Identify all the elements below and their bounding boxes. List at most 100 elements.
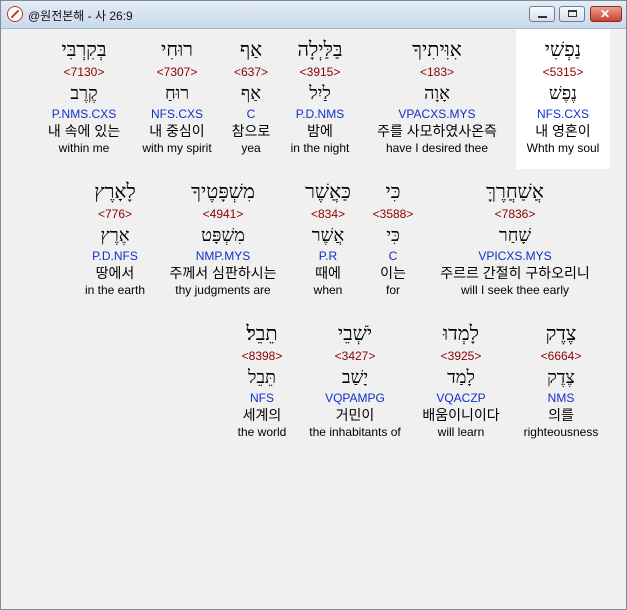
strong-number[interactable]: <834>	[295, 206, 361, 222]
parsing-code: NMP.MYS	[195, 249, 251, 263]
strong-number[interactable]: <183>	[367, 64, 507, 80]
hebrew-word: אֲשַׁחֲרֶךָּ	[486, 179, 544, 203]
strong-number[interactable]: <3925>	[413, 348, 509, 364]
app-window: @원전본해 - 사 26:9 ✕ בְּקִרְבִּי <7130> קֶרֶ…	[0, 0, 627, 610]
hebrew-word: כַּאֲשֶׁר	[305, 179, 351, 203]
strong-number[interactable]: <8398>	[229, 348, 295, 364]
verse-panel: בְּקִרְבִּי <7130> קֶרֶב P.NMS.CXS 내 속에 …	[3, 29, 624, 607]
word-cell[interactable]: יֹשְׁבֵי <3427> יָשַׁב VQPAMPG 거민이 the i…	[299, 321, 411, 440]
korean-gloss: 주께서 심판하시는	[169, 265, 277, 281]
app-icon[interactable]	[7, 6, 23, 22]
strong-number[interactable]: <776>	[69, 206, 161, 222]
strong-number[interactable]: <3427>	[299, 348, 411, 364]
parsing-code: VQPAMPG	[325, 391, 385, 405]
strong-number[interactable]: <7307>	[131, 64, 223, 80]
word-cell[interactable]: לָאָרֶץ <776> אֶרֶץ P.D.NFS 땅에서 in the e…	[69, 179, 161, 298]
korean-gloss: 때에	[315, 265, 341, 281]
strong-number[interactable]: <637>	[225, 64, 277, 80]
strong-number[interactable]: <6664>	[515, 348, 607, 364]
parsing-code: P.D.NFS	[92, 249, 138, 263]
hebrew-root: לַיִל	[309, 83, 331, 104]
english-gloss: Whth my soul	[526, 141, 600, 155]
word-cell-selected[interactable]: נַפְשִׁי <5315> נֶפֶשׁ NFS.CXS 내 영혼이 Wht…	[516, 37, 610, 156]
korean-gloss: 거민이	[335, 407, 375, 423]
strong-number[interactable]: <7836>	[427, 206, 603, 222]
hebrew-root: שָׁחַר	[498, 225, 532, 246]
word-cell[interactable]: לָמְדוּ <3925> לָמַד VQACZP 배움이니이다 will …	[413, 321, 509, 440]
korean-gloss: 밤에	[307, 123, 333, 139]
english-gloss: thy judgments are	[175, 283, 271, 297]
word-cell[interactable]: תֵבֵל׃ <8398> תֵּבֵל NFS 세계의 the world	[229, 321, 295, 440]
parsing-code: NFS.CXS	[150, 107, 203, 121]
minimize-icon	[538, 16, 547, 18]
hebrew-root: יָשַׁב	[341, 367, 369, 388]
hebrew-word: לָמְדוּ	[443, 321, 479, 345]
strong-number[interactable]: <4941>	[159, 206, 287, 222]
hebrew-word: בַּלַּיְלָה	[297, 37, 343, 61]
word-cell[interactable]: רוּחִי <7307> רוּחַ NFS.CXS 내 중심이 with m…	[131, 37, 223, 156]
word-cell[interactable]: צֶדֶק <6664> צֶדֶק NMS 의를 righteousness	[515, 321, 607, 440]
hebrew-root: אָוָה	[424, 83, 450, 104]
word-cell[interactable]: אִוִּיתִיךָ <183> אָוָה VPACXS.MYS 주를 사모…	[367, 37, 507, 156]
hebrew-root: תֵּבֵל	[247, 367, 277, 388]
hebrew-root: צֶדֶק	[547, 367, 575, 388]
korean-gloss: 배움이니이다	[422, 407, 500, 423]
parsing-code: NMS	[547, 391, 575, 405]
korean-gloss: 주를 사모하였사온즉	[377, 123, 497, 139]
maximize-icon	[568, 10, 577, 17]
hebrew-word: אַף	[239, 37, 263, 61]
korean-gloss: 세계의	[242, 407, 282, 423]
hebrew-root: לָמַד	[447, 367, 475, 388]
english-gloss: for	[385, 283, 400, 297]
english-gloss: will learn	[437, 425, 485, 439]
english-gloss: righteousness	[523, 425, 599, 439]
parsing-code: VPICXS.MYS	[478, 249, 552, 263]
english-gloss: within me	[58, 141, 110, 155]
hebrew-word: תֵבֵל׃	[246, 321, 278, 345]
parsing-code: VPACXS.MYS	[398, 107, 476, 121]
maximize-button[interactable]	[559, 6, 585, 22]
english-gloss: in the night	[290, 141, 350, 155]
english-gloss: the inhabitants of	[309, 425, 401, 439]
parsing-code: P.D.NMS	[295, 107, 345, 121]
strong-number[interactable]: <7130>	[34, 64, 134, 80]
hebrew-word: אִוִּיתִיךָ	[412, 37, 462, 61]
korean-gloss: 참으로	[231, 123, 271, 139]
english-gloss: in the earth	[84, 283, 146, 297]
parsing-code: C	[388, 249, 398, 263]
english-gloss: will I seek thee early	[460, 283, 570, 297]
word-cell[interactable]: כִּי <3588> כִּי C 이는 for	[367, 179, 419, 298]
close-icon: ✕	[600, 7, 611, 21]
korean-gloss: 내 속에 있는	[47, 123, 121, 139]
parsing-code: NFS	[250, 391, 274, 405]
hebrew-root: קֶרֶב	[70, 83, 98, 104]
word-cell[interactable]: כַּאֲשֶׁר <834> אֲשֶׁר P.R 때에 when	[295, 179, 361, 298]
hebrew-word: לָאָרֶץ	[94, 179, 136, 203]
korean-gloss: 내 영혼이	[535, 123, 591, 139]
word-cell[interactable]: אֲשַׁחֲרֶךָּ <7836> שָׁחַר VPICXS.MYS 주르…	[427, 179, 603, 298]
parsing-code: P.NMS.CXS	[51, 107, 117, 121]
word-cell[interactable]: אַף <637> אַף C 참으로 yea	[225, 37, 277, 156]
hebrew-root: אֶרֶץ	[100, 225, 130, 246]
english-gloss: the world	[237, 425, 287, 439]
hebrew-root: אֲשֶׁר	[311, 225, 345, 246]
close-button[interactable]: ✕	[590, 6, 622, 22]
english-gloss: yea	[241, 141, 261, 155]
strong-number[interactable]: <5315>	[516, 64, 610, 80]
hebrew-word: כִּי	[385, 179, 401, 203]
english-gloss: have I desired thee	[385, 141, 489, 155]
title-bar[interactable]: @원전본해 - 사 26:9 ✕	[1, 1, 626, 29]
parsing-code: VQACZP	[436, 391, 486, 405]
hebrew-root: מִשְׁפָּט	[201, 225, 245, 246]
english-gloss: with my spirit	[142, 141, 212, 155]
word-cell[interactable]: בְּקִרְבִּי <7130> קֶרֶב P.NMS.CXS 내 속에 …	[34, 37, 134, 156]
strong-number[interactable]: <3915>	[279, 64, 361, 80]
korean-gloss: 의를	[548, 407, 574, 423]
strong-number[interactable]: <3588>	[367, 206, 419, 222]
korean-gloss: 주르르 간절히 구하오리니	[440, 265, 590, 281]
korean-gloss: 땅에서	[95, 265, 135, 281]
word-cell[interactable]: בַּלַּיְלָה <3915> לַיִל P.D.NMS 밤에 in t…	[279, 37, 361, 156]
minimize-button[interactable]	[529, 6, 555, 22]
word-cell[interactable]: מִשְׁפָּטֶיךָ <4941> מִשְׁפָּט NMP.MYS 주…	[159, 179, 287, 298]
korean-gloss: 내 중심이	[149, 123, 205, 139]
